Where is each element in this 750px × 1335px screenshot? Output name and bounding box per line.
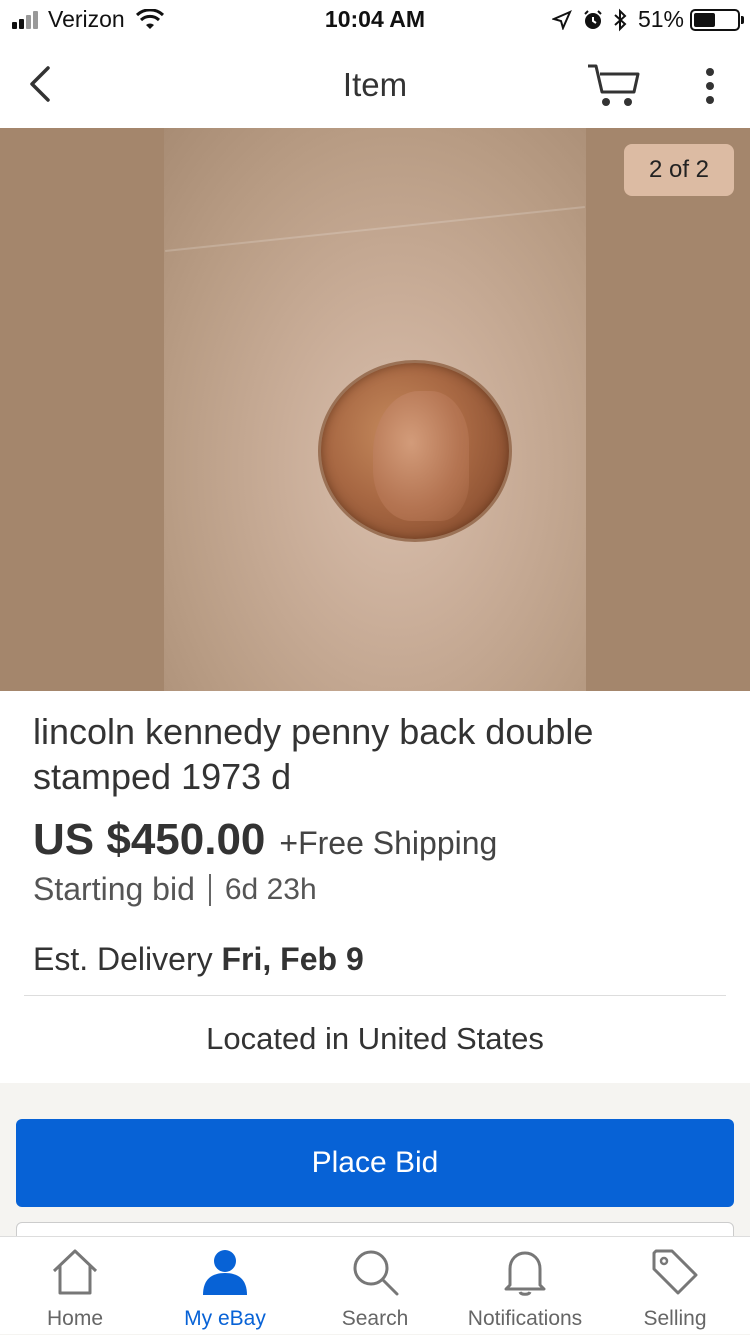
home-icon bbox=[52, 1249, 98, 1295]
bid-type-label: Starting bid bbox=[33, 871, 195, 907]
divider bbox=[24, 995, 726, 996]
tab-notifications[interactable]: Notifications bbox=[450, 1237, 600, 1335]
search-icon bbox=[353, 1250, 399, 1296]
item-details: lincoln kennedy penny back double stampe… bbox=[0, 691, 750, 1083]
tab-search[interactable]: Search bbox=[300, 1237, 450, 1335]
delivery-date: Fri, Feb 9 bbox=[221, 941, 364, 977]
more-options-icon[interactable] bbox=[700, 66, 720, 106]
tab-label-notifications: Notifications bbox=[467, 1307, 583, 1330]
tab-label-my-ebay: My eBay bbox=[184, 1307, 266, 1330]
tab-label-home: Home bbox=[46, 1307, 104, 1330]
battery-fill bbox=[694, 12, 716, 27]
battery-icon bbox=[690, 8, 744, 31]
shipping-info: +Free Shipping bbox=[279, 825, 498, 861]
bid-separator bbox=[208, 873, 211, 906]
item-location: Located in United States bbox=[206, 1021, 544, 1056]
status-bar: Verizon 10:04 AM 51% bbox=[0, 0, 750, 40]
tag-icon bbox=[652, 1249, 698, 1295]
bell-icon bbox=[504, 1251, 546, 1296]
estimated-delivery: Est. Delivery Fri, Feb 9 bbox=[33, 941, 364, 978]
image-counter-badge: 2 of 2 bbox=[624, 144, 734, 196]
nav-bar: Item bbox=[0, 40, 750, 128]
price-row: US $450.00 +Free Shipping bbox=[33, 815, 497, 865]
penny-coin-image bbox=[318, 360, 512, 542]
bluetooth-icon bbox=[614, 8, 627, 31]
user-icon bbox=[203, 1250, 247, 1295]
bid-info: Starting bid 6d 23h bbox=[33, 871, 317, 908]
cart-icon[interactable] bbox=[584, 62, 644, 110]
delivery-label: Est. Delivery bbox=[33, 941, 213, 977]
photo-paper-fold bbox=[165, 205, 585, 253]
status-right: 51% bbox=[551, 6, 744, 33]
item-title: lincoln kennedy penny back double stampe… bbox=[33, 711, 594, 797]
tab-label-selling: Selling bbox=[643, 1307, 707, 1330]
image-gallery[interactable]: 2 of 2 bbox=[0, 128, 750, 691]
item-photo[interactable] bbox=[164, 128, 586, 691]
location-arrow-icon bbox=[551, 9, 572, 30]
bottom-tab-bar: Home My eBay Search Notifications Sellin… bbox=[0, 1236, 750, 1334]
tab-my-ebay[interactable]: My eBay bbox=[150, 1237, 300, 1335]
place-bid-button[interactable]: Place Bid bbox=[16, 1119, 734, 1207]
item-price: US $450.00 bbox=[33, 815, 266, 864]
alarm-icon bbox=[584, 9, 602, 29]
tab-label-search: Search bbox=[341, 1307, 409, 1330]
battery-percent: 51% bbox=[637, 6, 684, 32]
tab-selling[interactable]: Selling bbox=[600, 1237, 750, 1335]
coin-bust bbox=[373, 391, 469, 521]
time-left: 6d 23h bbox=[224, 872, 317, 906]
tab-home[interactable]: Home bbox=[0, 1237, 150, 1335]
